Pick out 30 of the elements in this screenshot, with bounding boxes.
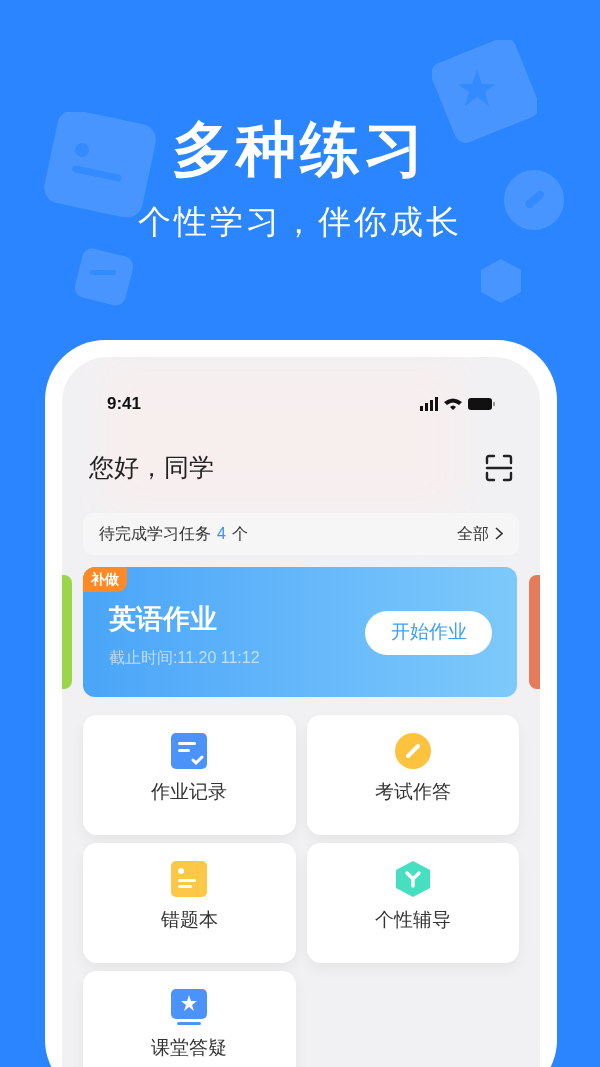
- menu-tile[interactable]: 个性辅导: [306, 842, 519, 963]
- menu-label: 错题本: [160, 908, 218, 931]
- document-check-icon: [171, 732, 208, 769]
- promo-title: 多种练习: [172, 115, 428, 185]
- menu-label: 考试作答: [374, 780, 451, 803]
- scan-icon[interactable]: [485, 453, 513, 482]
- menu-tile[interactable]: 错题本: [83, 842, 296, 963]
- pencil-icon: [394, 732, 431, 769]
- menu-label: 个性辅导: [374, 908, 451, 931]
- tasks-bar[interactable]: 待完成学习任务 4 个 全部: [83, 512, 519, 555]
- chevron-right-icon: [495, 527, 503, 540]
- list-icon: [171, 860, 208, 897]
- menu-label: 作业记录: [151, 780, 228, 803]
- menu-label: 课堂答疑: [151, 1036, 228, 1059]
- hexagon-branch-icon: [394, 860, 431, 897]
- all-link[interactable]: 全部: [457, 521, 489, 546]
- wifi-icon: [444, 397, 462, 411]
- deadline-text: 截止时间:11.20 11:12: [109, 647, 260, 668]
- task-title: 英语作业: [109, 602, 217, 636]
- greeting: 您好，同学: [89, 452, 214, 483]
- star-board-icon: [171, 988, 208, 1025]
- promo-subtitle: 个性学习，伴你成长: [138, 202, 462, 242]
- menu-tile[interactable]: 课堂答疑: [83, 970, 296, 1067]
- makeup-badge: 补做: [83, 566, 127, 592]
- battery-icon: [468, 398, 495, 410]
- signal-icon: [420, 397, 438, 411]
- pending-tasks-text: 待完成学习任务 4 个: [99, 523, 248, 544]
- status-time: 9:41: [107, 393, 142, 416]
- menu-tile[interactable]: 考试作答: [306, 714, 519, 835]
- menu-tile[interactable]: 作业记录: [83, 714, 296, 835]
